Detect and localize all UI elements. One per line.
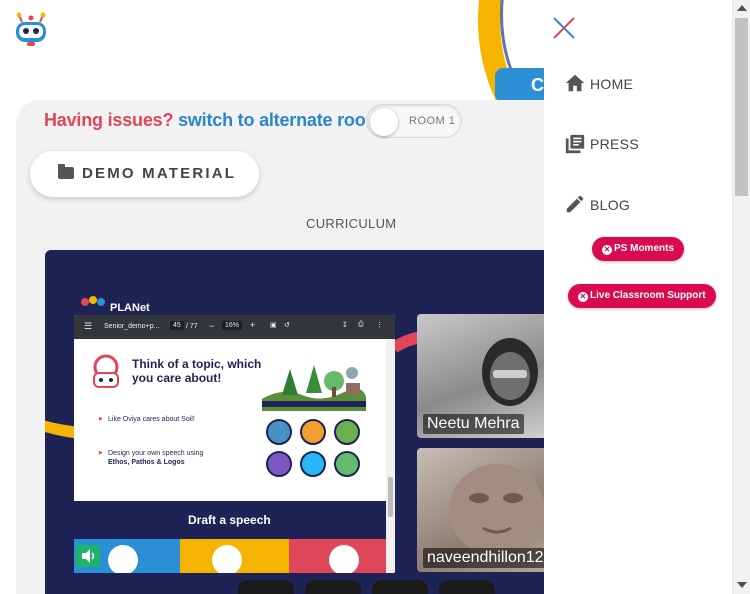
slide-bullet-1: Like Oviya cares about Soil!: [99, 415, 208, 424]
scroll-up-arrow-icon[interactable]: [737, 5, 747, 11]
handshake-icon: [108, 545, 138, 573]
draft-banner-text: Draft a speech: [188, 513, 271, 527]
participant-name: Neetu Mehra: [423, 414, 524, 434]
close-icon[interactable]: [552, 16, 576, 40]
planet-spark-logo[interactable]: [12, 12, 50, 48]
curriculum-heading: CURRICULUM: [306, 216, 397, 231]
room-toggle[interactable]: ROOM 1: [366, 104, 462, 138]
switch-room-link[interactable]: switch to alternate room: [178, 110, 381, 130]
menu-item-press[interactable]: PRESS: [564, 132, 639, 158]
zoom-in-button[interactable]: +: [250, 320, 255, 330]
heart-icon: [212, 545, 242, 573]
ps-moments-button[interactable]: ✕ PS Moments: [592, 237, 685, 261]
slide-bullet-2-line2: Ethos, Pathos & Logos: [108, 459, 185, 466]
room-toggle-label: ROOM 1: [409, 115, 456, 127]
side-menu: HOME PRESS BLOG ✕ PS Moments ✕ Live Clas…: [544, 0, 732, 594]
control-button[interactable]: [305, 580, 361, 594]
close-circle-icon: ✕: [578, 292, 588, 302]
pdf-page-total: / 77: [186, 323, 198, 330]
print-icon[interactable]: ⎙: [358, 321, 364, 329]
pathos-card: [180, 539, 289, 573]
slide-bullet-2: Design your own speech using Ethos, Path…: [99, 449, 238, 467]
menu-item-label: BLOG: [590, 197, 631, 213]
control-button[interactable]: [439, 580, 495, 594]
rotate-icon[interactable]: ↺: [284, 321, 290, 329]
pdf-scroll-thumb[interactable]: [388, 477, 393, 517]
zoom-out-button[interactable]: −: [209, 321, 214, 331]
room-toggle-knob[interactable]: [370, 108, 398, 136]
menu-item-home[interactable]: HOME: [564, 72, 633, 98]
menu-icon[interactable]: ☰: [84, 321, 92, 332]
board-brand: PLANet: [110, 302, 150, 314]
mini-mascot-icon: [81, 296, 105, 306]
pencil-icon: [566, 195, 584, 213]
pdf-cards-row: [74, 539, 386, 573]
app-viewport: C Having issues? switch to alternate roo…: [0, 0, 750, 594]
pdf-toolbar: ☰ Senior_demo+p... 45 / 77 − 16% + ▣ ↺ ↧…: [74, 315, 395, 339]
zoom-level[interactable]: 16%: [222, 321, 243, 330]
topic-icon-2: [300, 419, 326, 445]
pdf-scrollbar[interactable]: [386, 339, 395, 573]
fit-page-icon[interactable]: ▣: [270, 321, 277, 329]
draft-banner: Draft a speech: [74, 501, 386, 539]
nature-scene-illustration: [262, 365, 366, 411]
pdf-page: Think of a topic, which you care about! …: [74, 341, 386, 501]
pdf-filename: Senior_demo+p...: [104, 323, 160, 330]
menu-item-blog[interactable]: BLOG: [564, 193, 630, 219]
download-icon[interactable]: ↧: [342, 321, 348, 329]
slide-title: Think of a topic, which you care about!: [132, 357, 262, 385]
issue-text: Having issues?: [44, 110, 174, 130]
topic-icon-1: [266, 419, 292, 445]
home-icon: [565, 74, 585, 92]
pill-label: Live Classroom Support: [590, 290, 706, 301]
topic-icon-6: [334, 451, 360, 477]
demo-material-label: DEMO MATERIAL: [82, 165, 237, 182]
logos-card: [289, 539, 386, 573]
slide-bullet-2-line1: Design your own speech using: [108, 450, 204, 457]
participant-silhouette: [482, 338, 538, 406]
participant-name: naveendhillon12: [423, 548, 548, 568]
scroll-thumb[interactable]: [735, 18, 748, 196]
pdf-page-input[interactable]: 45: [170, 321, 184, 330]
library-books-icon: [565, 134, 585, 154]
participant-face: [449, 464, 545, 556]
scroll-down-arrow-icon[interactable]: [737, 582, 747, 588]
pill-label: PS Moments: [614, 243, 675, 254]
close-circle-icon: ✕: [602, 245, 612, 255]
speaker-icon: [82, 549, 95, 563]
pdf-viewer[interactable]: ☰ Senior_demo+p... 45 / 77 − 16% + ▣ ↺ ↧…: [74, 315, 395, 573]
topic-icon-3: [334, 419, 360, 445]
control-button[interactable]: [238, 580, 294, 594]
chart-icon: [329, 545, 359, 573]
demo-material-button[interactable]: DEMO MATERIAL: [30, 151, 259, 197]
topic-icon-5: [300, 451, 326, 477]
page-scrollbar[interactable]: [732, 0, 750, 594]
video-tile[interactable]: naveendhillon12: [417, 448, 557, 572]
room-switch-prompt: Having issues? switch to alternate room: [44, 110, 382, 131]
topic-icon-4: [266, 451, 292, 477]
video-tile[interactable]: Neetu Mehra: [417, 314, 557, 438]
audio-button[interactable]: [76, 545, 100, 567]
folder-icon: [58, 164, 74, 179]
menu-item-label: HOME: [590, 76, 634, 92]
more-options-icon[interactable]: ⋮: [376, 321, 383, 329]
live-classroom-support-button[interactable]: ✕ Live Classroom Support: [568, 284, 716, 308]
mascot-icon: [93, 354, 119, 388]
control-button[interactable]: [372, 580, 428, 594]
menu-item-label: PRESS: [590, 136, 639, 152]
